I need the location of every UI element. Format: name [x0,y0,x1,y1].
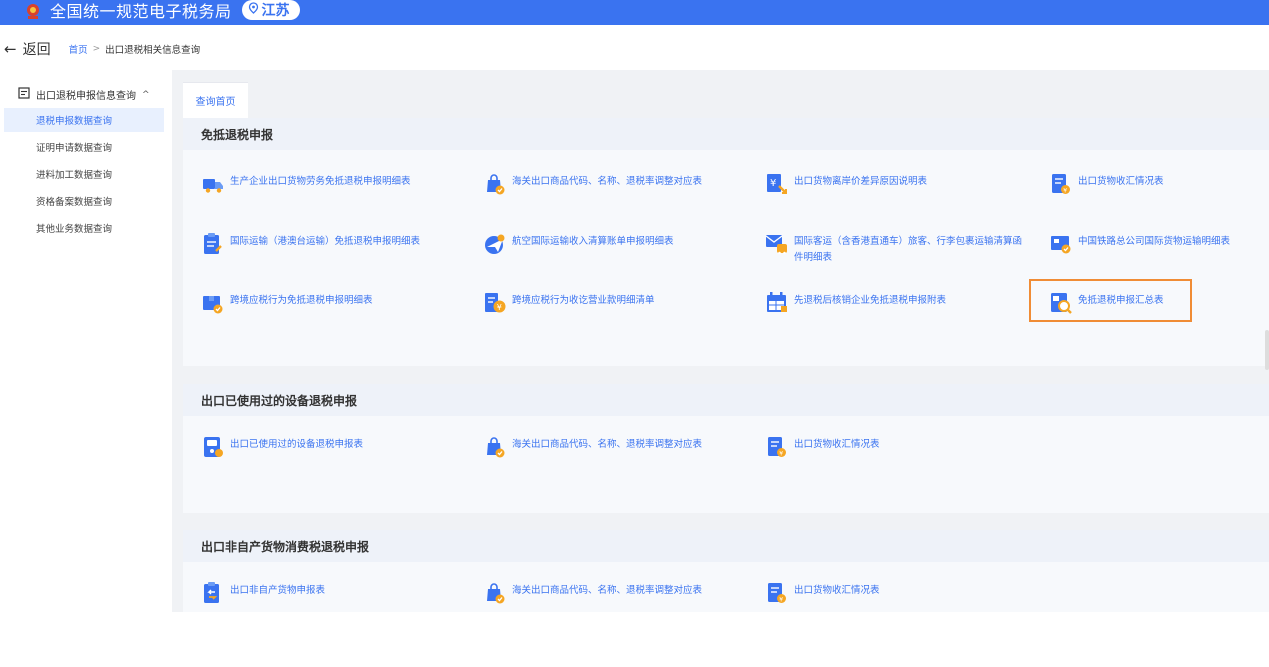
calendar-table-icon [767,292,787,312]
sidebar-group-header[interactable]: 出口退税申报信息查询 ^ [18,87,150,102]
breadcrumb-home-link[interactable]: 首页 [69,42,88,56]
plane-icon [485,234,505,254]
link-refund-first-schedule[interactable]: 先退税后核销企业免抵退税申报附表 [765,291,946,315]
breadcrumb-bar: ← 返回 首页 > 出口退税相关信息查询 [0,36,200,62]
link-customs-code-table[interactable]: 海关出口商品代码、名称、退税率调整对应表 [483,435,702,459]
svg-text:¥: ¥ [1063,188,1067,195]
svg-text:¥: ¥ [779,451,783,458]
item-label: 海关出口商品代码、名称、退税率调整对应表 [512,585,703,596]
item-label: 出口货物收汇情况表 [794,585,880,596]
link-production-enterprise-detail[interactable]: 生产企业出口货物劳务免抵退税申报明细表 [201,172,411,196]
breadcrumb-current: 出口退税相关信息查询 [105,45,201,56]
link-export-collection-status[interactable]: ¥ 出口货物收汇情况表 [765,581,880,605]
doc-coin-icon: ¥ [768,583,786,604]
link-international-transport-detail[interactable]: 国际运输（港澳台运输）免抵退税申报明细表 [201,232,420,256]
link-cross-border-refund-detail[interactable]: 跨境应税行为免抵退税申报明细表 [201,291,373,315]
section-title: 出口非自产货物消费税退税申报 [183,530,1269,562]
scrollbar[interactable] [1265,330,1269,370]
link-non-self-produced-declaration[interactable]: 出口非自产货物申报表 [201,581,325,605]
link-fob-difference-explanation[interactable]: ¥ 出口货物离岸价差异原因说明表 [765,172,927,196]
back-arrow-icon: ← [4,40,17,58]
item-label: 海关出口商品代码、名称、退税率调整对应表 [512,176,703,187]
sidebar-group-label: 出口退税申报信息查询 [36,91,136,102]
svg-text:¥: ¥ [779,597,783,604]
app-title: 全国统一规范电子税务局 [50,1,232,21]
item-label: 国际运输（港澳台运输）免抵退税申报明细表 [230,236,421,247]
sidebar-item-refund-declaration-query[interactable]: 退税申报数据查询 [4,108,164,132]
sidebar-item-certificate-query[interactable]: 证明申请数据查询 [4,135,164,159]
svg-text:¥: ¥ [770,178,776,189]
sidebar-item-filing-query[interactable]: 资格备案数据查询 [4,189,164,213]
highlight-box [1029,279,1192,322]
item-label: 出口货物收汇情况表 [794,439,880,450]
link-railway-freight-detail[interactable]: 中国铁路总公司国际货物运输明细表 [1049,232,1230,256]
bag-check-icon [487,583,505,604]
document-icon [18,87,30,102]
tab-query-home[interactable]: 查询首页 [183,82,248,118]
return-doc-icon [204,582,219,603]
item-label: 航空国际运输收入清算账单申报明细表 [512,236,674,247]
sidebar: 出口退税申报信息查询 ^ 退税申报数据查询 证明申请数据查询 进料加工数据查询 … [0,70,172,630]
doc-yen-icon: ¥ [485,293,506,313]
item-label: 跨境应税行为免抵退税申报明细表 [230,295,373,306]
item-label: 出口货物收汇情况表 [1078,176,1164,187]
tax-bureau-logo [22,1,44,21]
section-used-equipment-refund: 出口已使用过的设备退税申报 出口已使用过的设备退税申报表 海关出口商品代码、名称… [183,384,1269,513]
item-label: 跨境应税行为收讫营业款明细清单 [512,295,655,306]
item-label: 出口已使用过的设备退税申报表 [230,439,364,450]
section-title: 出口已使用过的设备退税申报 [183,384,1269,416]
section-non-self-produced-consumption-tax: 出口非自产货物消费税退税申报 出口非自产货物申报表 海关出口商品代码、名称、退税… [183,530,1269,612]
breadcrumb: 首页 > 出口退税相关信息查询 [69,42,201,56]
back-label: 返回 [22,42,51,58]
section-exempt-credit-refund: 免抵退税申报 生产企业出口货物劳务免抵退税申报明细表 海关出口商品代码、名称、退… [183,118,1269,366]
link-export-collection-status[interactable]: ¥ 出口货物收汇情况表 [1049,172,1164,196]
chevron-up-icon: ^ [142,89,150,100]
link-customs-code-table[interactable]: 海关出口商品代码、名称、退税率调整对应表 [483,581,702,605]
item-label: 生产企业出口货物劳务免抵退税申报明细表 [230,176,411,187]
item-label: 先退税后核销企业免抵退税申报附表 [794,295,947,306]
link-customs-code-table[interactable]: 海关出口商品代码、名称、退税率调整对应表 [483,172,702,196]
region-selector[interactable]: 江苏 [241,0,300,20]
region-label: 江苏 [261,2,290,19]
main-content: 查询首页 免抵退税申报 生产企业出口货物劳务免抵退税申报明细表 海关出口商品代码… [172,70,1269,612]
doc-coin-icon: ¥ [1052,174,1070,195]
breadcrumb-separator: > [92,44,101,54]
section-title: 免抵退税申报 [183,118,1269,150]
top-bar: 全国统一规范电子税务局 江苏 [0,0,1269,25]
svg-text:¥: ¥ [497,303,502,312]
box-check-icon [203,296,223,314]
item-label: 出口货物离岸价差异原因说明表 [794,176,928,187]
bag-check-icon [487,174,505,195]
item-label: 海关出口商品代码、名称、退税率调整对应表 [512,439,703,450]
mail-bus-icon [765,235,787,255]
item-label: 国际客运（含香港直通车）旅客、行李包裹运输清算函件明细表 [794,236,1023,263]
doc-coin-icon: ¥ [768,437,786,458]
yen-doc-icon: ¥ [767,174,787,194]
link-cross-border-receipts-list[interactable]: ¥ 跨境应税行为收讫营业款明细清单 [483,291,655,315]
location-pin-icon [248,1,259,18]
link-used-equipment-declaration[interactable]: 出口已使用过的设备退税申报表 [201,435,363,459]
link-passenger-transport-settlement[interactable]: 国际客运（含香港直通车）旅客、行李包裹运输清算函件明细表 [765,232,1029,266]
device-icon [204,437,223,457]
sidebar-item-processing-query[interactable]: 进料加工数据查询 [4,162,164,186]
bag-check-icon [487,437,505,458]
sidebar-item-other-query[interactable]: 其他业务数据查询 [4,216,164,240]
item-label: 中国铁路总公司国际货物运输明细表 [1078,236,1231,247]
clipboard-icon [204,233,222,254]
truck-icon [203,179,223,193]
item-label: 出口非自产货物申报表 [230,585,326,596]
rail-check-icon [1051,236,1071,254]
link-air-transport-settlement[interactable]: 航空国际运输收入清算账单申报明细表 [483,232,674,256]
back-button[interactable]: ← 返回 [4,39,51,59]
link-export-collection-status[interactable]: ¥ 出口货物收汇情况表 [765,435,880,459]
